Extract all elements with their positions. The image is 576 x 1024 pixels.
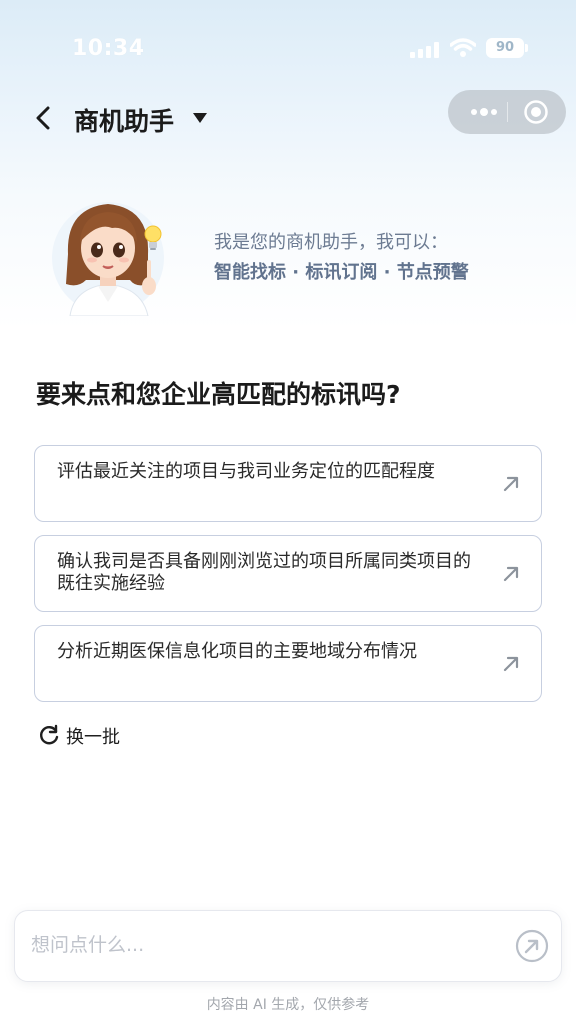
caret-down-icon[interactable] — [192, 112, 208, 124]
close-capsule-icon[interactable] — [523, 99, 549, 125]
suggestion-card[interactable]: 分析近期医保信息化项目的主要地域分布情况 — [34, 625, 542, 702]
status-time: 10:34 — [72, 36, 145, 61]
bulb-icon — [144, 225, 162, 250]
back-icon[interactable] — [34, 106, 52, 130]
refresh-icon — [40, 724, 59, 745]
page-title[interactable]: 商机助手 — [74, 102, 174, 138]
assistant-avatar — [52, 202, 164, 316]
ai-disclaimer: 内容由 AI 生成，仅供参考 — [206, 997, 370, 1013]
navigation-bar: 商机助手 — [0, 90, 576, 140]
chat-input[interactable] — [31, 925, 501, 965]
refresh-label: 换一批 — [66, 727, 120, 748]
send-icon[interactable] — [515, 929, 549, 963]
intro-text: 我是您的商机助手，我可以： — [214, 232, 448, 253]
mini-program-capsule — [448, 90, 566, 134]
battery-indicator: 90 — [486, 38, 524, 58]
suggestion-text: 分析近期医保信息化项目的主要地域分布情况 — [57, 641, 417, 662]
suggestion-text: 评估最近关注的项目与我司业务定位的匹配程度 — [57, 461, 435, 482]
feature-list: 智能找标 · 标讯订阅 · 节点预警 — [214, 262, 469, 283]
wifi-icon — [450, 38, 476, 57]
signal-icon — [410, 42, 439, 58]
suggestion-card[interactable]: 确认我司是否具备刚刚浏览过的项目所属同类项目的既往实施经验 — [34, 535, 542, 612]
battery-level: 90 — [495, 40, 515, 55]
suggestion-card[interactable]: 评估最近关注的项目与我司业务定位的匹配程度 — [34, 445, 542, 522]
arrow-up-right-icon — [503, 656, 519, 672]
chat-input-bar — [14, 910, 562, 982]
battery-cap — [525, 44, 528, 52]
arrow-up-right-icon — [503, 566, 519, 582]
arrow-up-right-icon — [503, 476, 519, 492]
suggestion-text: 确认我司是否具备刚刚浏览过的项目所属同类项目的既往实施经验 — [57, 551, 471, 594]
status-bar: 10:34 90 — [0, 30, 576, 70]
more-icon[interactable] — [466, 100, 502, 124]
capsule-divider — [507, 102, 508, 122]
suggestion-question: 要来点和您企业高匹配的标讯吗? — [36, 380, 401, 409]
